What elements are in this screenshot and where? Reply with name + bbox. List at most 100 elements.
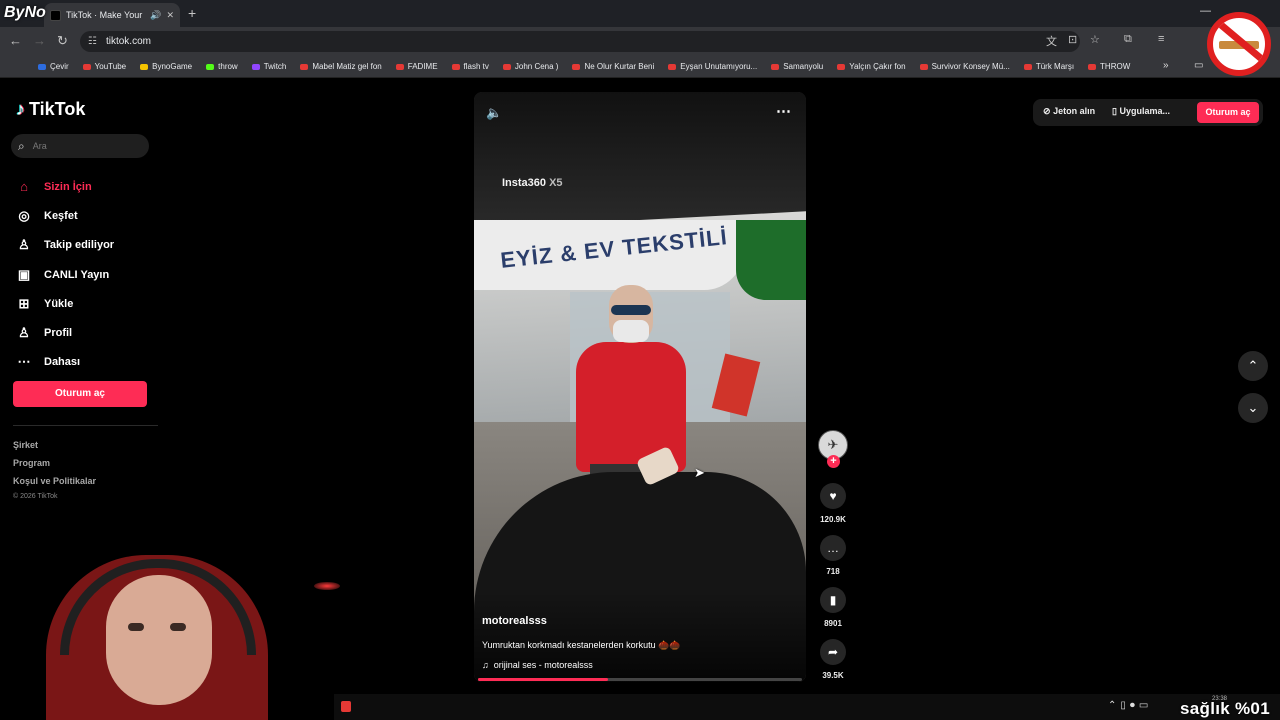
bookmark-item[interactable]: Çevir <box>38 62 69 71</box>
bookmark-item[interactable]: flash tv <box>451 62 489 71</box>
bynogame-icon <box>140 63 149 70</box>
taskbar-app-icon[interactable] <box>341 701 351 712</box>
video-player[interactable]: EYİZ & EV TEKSTİLİ Insta360 X5 🔈 ⋯ motor… <box>474 92 806 682</box>
extensions-icon[interactable]: ⧉ <box>1124 33 1132 46</box>
upload-icon: ⊞ <box>18 295 30 311</box>
close-tab-icon[interactable]: ✕ <box>166 10 174 21</box>
new-tab-icon[interactable]: + <box>188 5 196 21</box>
more-options-icon[interactable]: ⋯ <box>776 102 791 120</box>
tab-audio-icon[interactable]: 🔊 <box>150 10 161 21</box>
reload-icon[interactable]: ↻ <box>57 33 68 49</box>
bookmark-icon: ▮ <box>820 587 846 613</box>
login-button-top[interactable]: Oturum aç <box>1197 102 1259 123</box>
kick-icon <box>206 63 215 70</box>
comment-icon: … <box>820 535 846 561</box>
install-app-icon[interactable]: ⊡ <box>1068 33 1077 46</box>
media-control-icon[interactable]: ≡ <box>1158 33 1164 45</box>
video-progress-fill <box>478 678 608 681</box>
sidebar-item-3[interactable]: ♙ Takip ediliyor <box>16 231 114 260</box>
sidebar-item-7[interactable]: ⋯ Dahası <box>16 348 114 377</box>
search-input[interactable]: ⌕ Ara <box>11 134 149 158</box>
site-info-icon[interactable]: ☷ <box>88 36 97 47</box>
bookmark-item[interactable]: Samanyolu <box>771 62 823 71</box>
get-coins-button[interactable]: ⊘ Jeton alın <box>1043 106 1095 117</box>
video-sound[interactable]: ♫ orijinal ses - motorealsss <box>482 660 593 670</box>
address-bar[interactable]: ☷ tiktok.com <box>80 31 1080 52</box>
like-button[interactable]: ♥ 120.9K <box>818 483 848 524</box>
bookmark-item[interactable]: John Cena ) <box>502 62 558 71</box>
bookmark-label: Twitch <box>263 62 287 71</box>
bookmark-item[interactable]: THROW <box>1088 62 1130 71</box>
system-tray-icons[interactable]: ⌃▯⏺▭ <box>1108 700 1152 711</box>
chevron-up-icon: ⌃ <box>1247 358 1259 373</box>
more-icon: ⋯ <box>17 354 31 370</box>
youtube-icon <box>300 63 309 70</box>
bookmark-item[interactable]: YouTube <box>82 62 126 71</box>
forward-icon[interactable]: → <box>33 33 46 48</box>
channel-logo: ByNo <box>4 4 46 21</box>
sidebar-item-label: Profil <box>44 327 73 340</box>
sidebar-item-2[interactable]: ◎ Keşfet <box>16 201 114 230</box>
bookmark-item[interactable]: BynoGame <box>140 62 192 71</box>
bookmark-item[interactable]: Yalçın Çakır fon <box>837 62 906 71</box>
bookmark-item[interactable]: Survivor Konsey Mü... <box>919 62 1010 71</box>
sidebar-menu: ⌂ Sizin İçin ◎ Keşfet ♙ Takip ediliyor ▣ CANLI … <box>16 172 115 377</box>
sidebar-footer: Şirket Program Koşul ve Politikalar © 20… <box>13 436 96 504</box>
following-icon: ♙ <box>18 237 30 253</box>
back-icon[interactable]: ← <box>9 33 22 48</box>
save-button[interactable]: ▮ 8901 <box>818 587 848 628</box>
minimize-icon[interactable]: — <box>1200 5 1211 17</box>
get-coins-label: Jeton alın <box>1053 106 1096 116</box>
bookmark-folder-icon[interactable]: ▭ <box>1194 60 1203 71</box>
bookmark-item[interactable]: throw <box>206 62 238 71</box>
video-author[interactable]: motorealsss <box>482 615 547 627</box>
share-button[interactable]: ➦ 39.5K <box>818 639 848 680</box>
bookmark-item[interactable]: Mabel Matiz gel fon <box>300 62 382 71</box>
bookmark-item[interactable]: Ne Olur Kurtar Beni <box>572 62 654 71</box>
video-description: Yumruktan korkmadı kestanelerden korkutu… <box>482 640 681 650</box>
sidebar-item-4[interactable]: ▣ CANLI Yayın <box>16 260 114 289</box>
get-app-button[interactable]: ▯ Uygulama... <box>1112 106 1170 117</box>
browser-tab[interactable]: TikTok · Make Your Day 🔊 ✕ <box>44 3 180 27</box>
previous-video-button[interactable]: ⌃ <box>1238 351 1268 381</box>
sidebar-item-5[interactable]: ⊞ Yükle <box>16 289 114 318</box>
video-progress-bar[interactable] <box>478 678 802 681</box>
bookmark-label: Eyşan Unutamıyoru... <box>680 62 758 71</box>
sidebar-item-6[interactable]: ♙ Profil <box>16 318 114 347</box>
mouse-cursor-icon: ➤ <box>694 465 705 480</box>
brand-name: TikTok <box>29 99 86 119</box>
follow-plus-icon[interactable]: + <box>827 455 840 468</box>
volume-icon[interactable]: 🔈 <box>486 105 502 121</box>
sidebar-item-1[interactable]: ⌂ Sizin İçin <box>16 172 114 201</box>
sidebar-item-label: CANLI Yayın <box>44 268 110 281</box>
browser-toolbar: ← → ↻ ☷ tiktok.com 文 ⊡ ☆ ⧉ ≡ <box>0 27 1280 56</box>
footer-link-company[interactable]: Şirket <box>13 436 96 454</box>
translate-icon[interactable]: 文 <box>1046 33 1057 49</box>
more-bookmarks-icon[interactable]: » <box>1163 60 1169 71</box>
bookmark-item[interactable]: FADIME <box>395 62 438 71</box>
comment-count: 718 <box>826 567 840 576</box>
coin-icon: ⊘ <box>1043 106 1051 116</box>
tab-title: Make Your Day <box>99 10 146 20</box>
search-icon: ⌕ <box>18 138 25 153</box>
youtube-icon <box>919 63 928 70</box>
bookmark-label: Mabel Matiz gel fon <box>312 62 382 71</box>
browser-tabbar: TikTok · Make Your Day 🔊 ✕ + — <box>0 0 1280 27</box>
login-button[interactable]: Oturum aç <box>13 381 147 407</box>
tiktok-favicon-icon <box>50 9 61 21</box>
footer-link-terms[interactable]: Koşul ve Politikalar <box>13 472 96 490</box>
footer-link-program[interactable]: Program <box>13 454 96 472</box>
bookmark-item[interactable]: Türk Marşı <box>1023 62 1075 71</box>
copyright: © 2026 TikTok <box>13 493 58 500</box>
bookmark-label: Türk Marşı <box>1035 62 1075 71</box>
youtube-icon <box>451 63 460 70</box>
bookmark-item[interactable]: Eyşan Unutamıyoru... <box>668 62 757 71</box>
get-app-label: Uygulama... <box>1119 106 1170 116</box>
bookmark-item[interactable]: Twitch <box>251 62 287 71</box>
comment-button[interactable]: … 718 <box>818 535 848 576</box>
bookmark-label: FADIME <box>407 62 438 71</box>
bookmark-star-icon[interactable]: ☆ <box>1090 33 1100 46</box>
music-note-icon: ♫ <box>482 660 489 670</box>
tiktok-logo[interactable]: ♪ TikTok <box>16 99 85 120</box>
next-video-button[interactable]: ⌄ <box>1238 393 1268 423</box>
